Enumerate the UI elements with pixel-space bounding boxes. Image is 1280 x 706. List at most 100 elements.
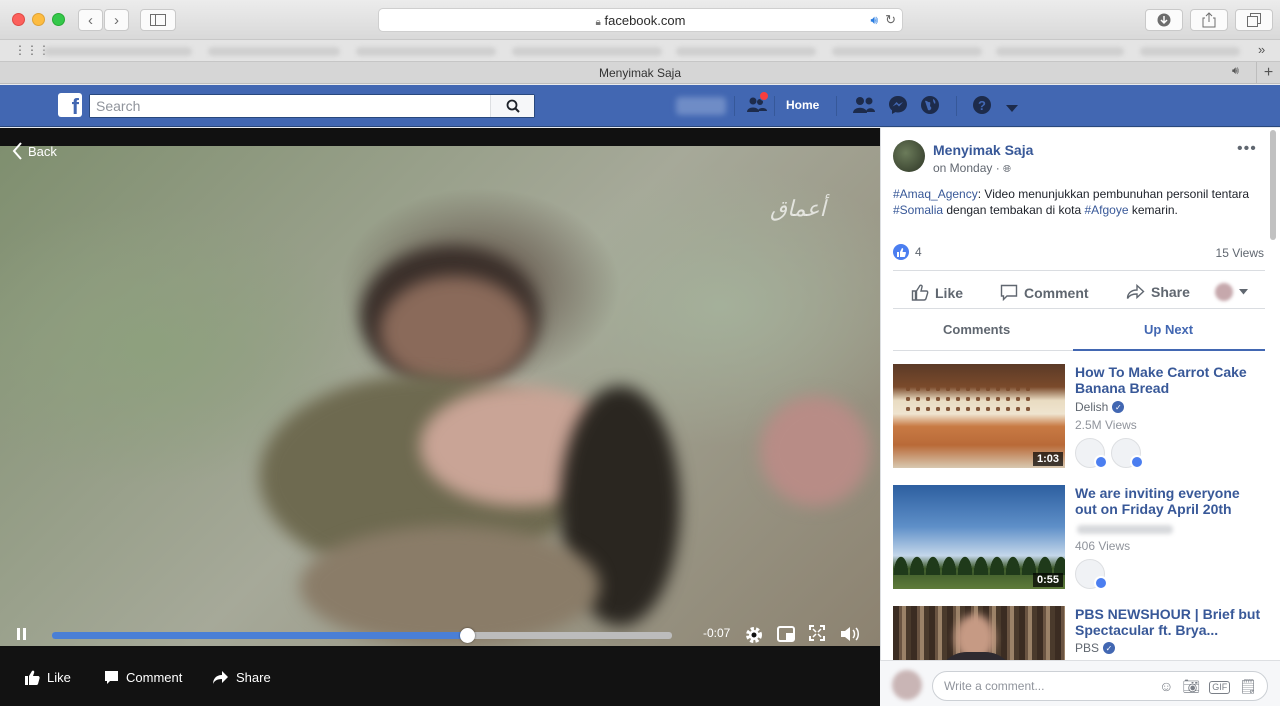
- home-link[interactable]: Home: [786, 98, 819, 112]
- bookmark-item[interactable]: [44, 47, 192, 56]
- messenger-button[interactable]: [888, 95, 908, 120]
- audio-playing-icon[interactable]: 🔊︎: [870, 13, 878, 28]
- fullscreen-icon: [809, 625, 825, 641]
- scrollbar-thumb[interactable]: [1270, 130, 1276, 240]
- minimize-window-button[interactable]: [32, 13, 45, 26]
- video-comment-button[interactable]: Comment: [104, 670, 182, 685]
- tab-comments[interactable]: Comments: [943, 322, 1010, 337]
- camera-icon[interactable]: 📷︎: [1182, 678, 1200, 695]
- channel-name[interactable]: Delish ✓: [1075, 400, 1125, 414]
- overflow-chevron-icon[interactable]: »: [1258, 42, 1265, 57]
- up-next-title[interactable]: We are inviting everyone out on Friday A…: [1075, 485, 1261, 517]
- reload-icon[interactable]: ↻: [885, 12, 896, 28]
- hashtag-link[interactable]: #Afgoye: [1084, 203, 1128, 217]
- forward-nav-button[interactable]: ›: [104, 9, 129, 31]
- download-icon: [1157, 13, 1171, 27]
- caret-down-icon: [1239, 289, 1248, 295]
- new-tab-button[interactable]: +: [1256, 62, 1280, 84]
- maximize-window-button[interactable]: [52, 13, 65, 26]
- downloads-button[interactable]: [1145, 9, 1183, 31]
- sticker-icon[interactable]: 🗒︎: [1239, 678, 1257, 695]
- channel-name-blurred[interactable]: [1077, 525, 1173, 534]
- settings-button[interactable]: [744, 625, 764, 650]
- favorites-bar: ⋮⋮⋮ »: [0, 40, 1280, 62]
- video-duration: 0:55: [1032, 573, 1063, 587]
- help-button[interactable]: ?: [972, 95, 992, 120]
- tabs-overview-button[interactable]: [1235, 9, 1273, 31]
- post-share-button[interactable]: Share: [1126, 284, 1190, 300]
- tree-silhouettes: [893, 535, 1065, 575]
- video-comment-label: Comment: [126, 670, 183, 685]
- url-display: 🔒︎ facebook.com: [595, 13, 686, 28]
- up-next-title[interactable]: PBS NEWSHOUR | Brief but Spectacular ft.…: [1075, 606, 1261, 638]
- active-tab-title[interactable]: Menyimak Saja: [0, 66, 1280, 80]
- progress-bar[interactable]: [52, 628, 672, 643]
- bookmark-item[interactable]: [996, 47, 1124, 56]
- video-thumbnail[interactable]: 1:03: [893, 364, 1065, 468]
- post-options-button[interactable]: •••: [1237, 140, 1257, 158]
- video-controls: -0:07: [0, 622, 880, 648]
- picture-in-picture-button[interactable]: [777, 625, 795, 648]
- channel-name[interactable]: PBS ✓: [1075, 641, 1116, 655]
- video-frame[interactable]: أعماق: [0, 146, 880, 646]
- back-button[interactable]: Back: [12, 142, 57, 160]
- public-globe-icon: 🌐︎: [1003, 164, 1012, 175]
- notifications-button[interactable]: [920, 95, 940, 120]
- bookmark-item[interactable]: [676, 47, 816, 56]
- share-browser-button[interactable]: [1190, 9, 1228, 31]
- up-next-item[interactable]: 1:03 How To Make Carrot Cake Banana Brea…: [893, 364, 1265, 472]
- account-menu-button[interactable]: [1006, 100, 1018, 118]
- reactions-summary[interactable]: 4: [893, 244, 922, 260]
- sidebar-toggle-button[interactable]: [140, 9, 176, 31]
- share-badge-icon: [1094, 576, 1108, 590]
- close-window-button[interactable]: [12, 13, 25, 26]
- share-arrow-icon: [1126, 284, 1145, 300]
- facebook-logo[interactable]: f: [58, 93, 82, 117]
- video-action-bar: Like Comment Share: [0, 648, 880, 706]
- tab-up-next[interactable]: Up Next: [1144, 322, 1193, 337]
- header-divider: [734, 96, 735, 116]
- comment-input[interactable]: [933, 672, 1133, 700]
- pause-button[interactable]: [16, 627, 28, 646]
- gif-icon[interactable]: GIF: [1209, 681, 1231, 694]
- gear-icon: [746, 627, 762, 643]
- comment-composer: ☺ 📷︎ GIF 🗒︎: [880, 660, 1280, 706]
- progress-scrubber[interactable]: [460, 628, 476, 643]
- bookmark-item[interactable]: [512, 47, 662, 56]
- browser-titlebar: ‹ › 🔒︎ facebook.com 🔊︎ ↻: [0, 0, 1280, 40]
- post-like-button[interactable]: Like: [911, 284, 963, 301]
- tabs-icon: [1247, 13, 1261, 27]
- profile-link[interactable]: [676, 97, 726, 115]
- post-comment-button[interactable]: Comment: [1000, 284, 1089, 301]
- search-button[interactable]: [490, 95, 534, 117]
- up-next-title[interactable]: How To Make Carrot Cake Banana Bread: [1075, 364, 1261, 396]
- address-bar[interactable]: 🔒︎ facebook.com 🔊︎ ↻: [378, 8, 903, 32]
- bookmark-item[interactable]: [356, 47, 496, 56]
- bookmark-item[interactable]: [832, 47, 982, 56]
- find-friends-button[interactable]: [746, 91, 769, 120]
- up-next-item[interactable]: 0:55 We are inviting everyone out on Fri…: [893, 485, 1265, 593]
- author-avatar[interactable]: [893, 140, 925, 172]
- audience-selector[interactable]: [1215, 283, 1248, 301]
- emoji-icon[interactable]: ☺: [1159, 678, 1173, 695]
- hashtag-link[interactable]: #Somalia: [893, 203, 943, 217]
- post-like-label: Like: [935, 284, 964, 301]
- post-comment-label: Comment: [1024, 284, 1089, 301]
- tab-audio-icon[interactable]: 🔊︎: [1232, 65, 1239, 78]
- bookmark-item[interactable]: [1140, 47, 1240, 56]
- friend-requests-button[interactable]: [852, 95, 876, 120]
- svg-text:?: ?: [978, 98, 986, 113]
- bookmark-item[interactable]: [208, 47, 340, 56]
- fullscreen-button[interactable]: [809, 625, 825, 646]
- globe-icon: [921, 96, 939, 114]
- video-share-button[interactable]: Share: [212, 670, 271, 685]
- search-input[interactable]: [90, 95, 490, 117]
- post-timestamp: on Monday · 🌐︎: [933, 161, 1012, 175]
- back-nav-button[interactable]: ‹: [78, 9, 103, 31]
- author-name[interactable]: Menyimak Saja: [933, 142, 1033, 158]
- video-like-button[interactable]: Like: [24, 670, 71, 685]
- hashtag-link[interactable]: #Amaq_Agency: [893, 187, 978, 201]
- video-thumbnail[interactable]: 0:55: [893, 485, 1065, 589]
- side-panel-scrollbar[interactable]: [1268, 130, 1278, 658]
- volume-button[interactable]: [840, 625, 862, 648]
